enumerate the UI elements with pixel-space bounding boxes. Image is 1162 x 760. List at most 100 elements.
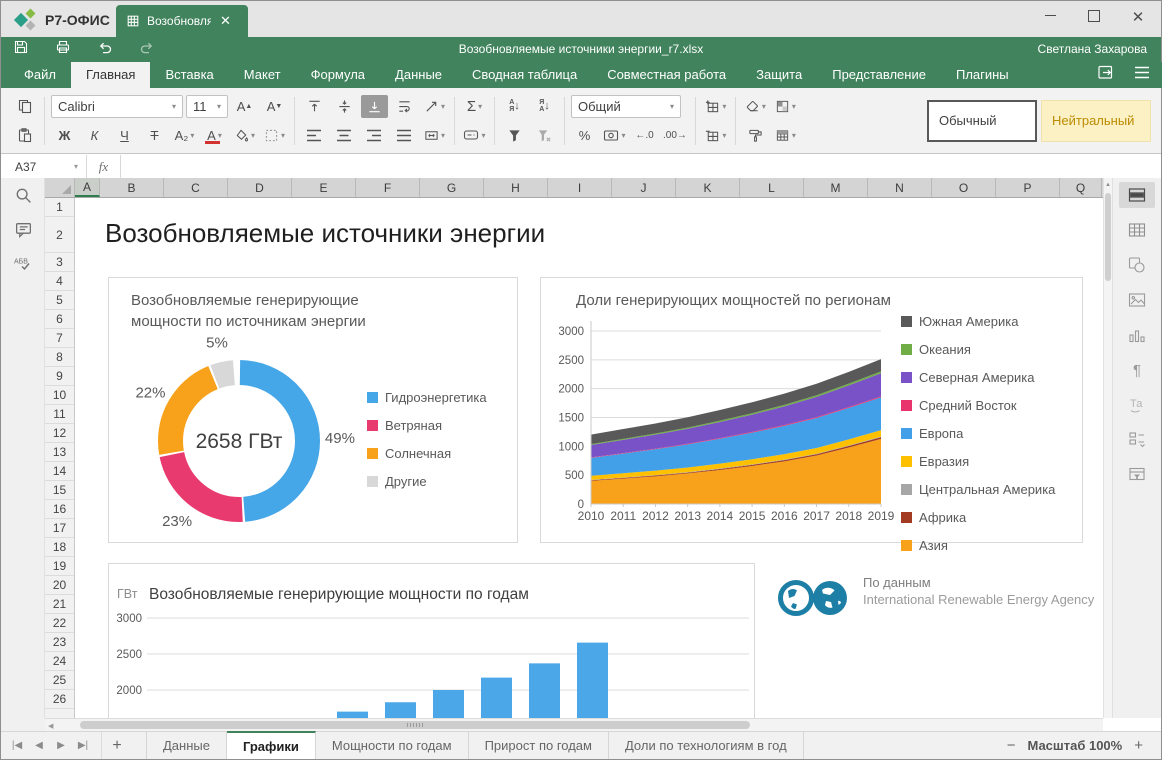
filter-icon[interactable] — [501, 124, 528, 147]
column-header-I[interactable]: I — [548, 178, 612, 197]
align-right-icon[interactable] — [361, 124, 388, 147]
align-middle-icon[interactable] — [331, 95, 358, 118]
merge-cells-icon[interactable] — [421, 124, 448, 147]
row-header-25[interactable]: 25 — [45, 671, 74, 690]
search-icon[interactable] — [1, 178, 45, 212]
vertical-scroll-thumb[interactable] — [1105, 193, 1111, 281]
chart-settings-icon[interactable] — [1119, 322, 1155, 348]
menu-item-Совместная работа[interactable]: Совместная работа — [592, 62, 741, 88]
italic-button[interactable]: К — [81, 124, 108, 147]
paragraph-settings-icon[interactable]: ¶ — [1119, 357, 1155, 383]
column-header-A[interactable]: A — [75, 178, 100, 197]
row-header-9[interactable]: 9 — [45, 367, 74, 386]
horizontal-scrollbar[interactable]: ◀ — [45, 718, 1103, 731]
column-header-L[interactable]: L — [740, 178, 804, 197]
font-name-select[interactable]: Calibri — [51, 95, 183, 118]
document-tab[interactable]: Возобновляем... ✕ — [116, 5, 248, 37]
menu-item-Представление[interactable]: Представление — [817, 62, 941, 88]
sheet-tab-Графики[interactable]: Графики — [227, 731, 316, 759]
clear-icon[interactable] — [742, 95, 769, 118]
add-sheet-button[interactable]: + — [101, 732, 132, 759]
column-header-D[interactable]: D — [228, 178, 292, 197]
cell-name-box[interactable]: A37 — [1, 155, 87, 178]
select-all-corner[interactable] — [45, 178, 75, 197]
sheet-tab-Данные[interactable]: Данные — [146, 732, 227, 759]
align-bottom-icon[interactable] — [361, 95, 388, 118]
number-format-select[interactable]: Общий — [571, 95, 681, 118]
row-header-23[interactable]: 23 — [45, 633, 74, 652]
menu-item-Вставка[interactable]: Вставка — [150, 62, 228, 88]
row-header-3[interactable]: 3 — [45, 253, 74, 272]
close-window-button[interactable]: ✕ — [1129, 8, 1147, 26]
first-sheet-icon[interactable]: |◀ — [11, 740, 23, 751]
table-settings-icon[interactable] — [1119, 217, 1155, 243]
row-header-5[interactable]: 5 — [45, 291, 74, 310]
column-header-H[interactable]: H — [484, 178, 548, 197]
scroll-up-icon[interactable]: ▲ — [1104, 178, 1112, 192]
row-header-4[interactable]: 4 — [45, 272, 74, 291]
text-orientation-icon[interactable] — [421, 95, 448, 118]
horizontal-scroll-thumb[interactable] — [80, 721, 750, 729]
row-header-16[interactable]: 16 — [45, 500, 74, 519]
row-header-1[interactable]: 1 — [45, 198, 74, 217]
insert-cells-icon[interactable] — [702, 95, 729, 118]
column-header-P[interactable]: P — [996, 178, 1060, 197]
insert-function-button[interactable]: fx — [87, 155, 121, 178]
row-header-15[interactable]: 15 — [45, 481, 74, 500]
row-header-20[interactable]: 20 — [45, 576, 74, 595]
align-justify-icon[interactable] — [391, 124, 418, 147]
row-header-17[interactable]: 17 — [45, 519, 74, 538]
font-size-select[interactable]: 11 — [186, 95, 228, 118]
row-header-13[interactable]: 13 — [45, 443, 74, 462]
row-header-22[interactable]: 22 — [45, 614, 74, 633]
sheet-tab-Прирост по годам[interactable]: Прирост по годам — [469, 732, 609, 759]
column-header-O[interactable]: O — [932, 178, 996, 197]
open-location-icon[interactable] — [1097, 64, 1114, 86]
format-painter-icon[interactable] — [742, 124, 769, 147]
named-range-icon[interactable] — [461, 124, 488, 147]
row-header-2[interactable]: 2 — [45, 217, 74, 253]
vertical-scrollbar[interactable]: ▲ — [1103, 178, 1112, 718]
delete-cells-icon[interactable] — [702, 124, 729, 147]
column-header-N[interactable]: N — [868, 178, 932, 197]
formula-input[interactable] — [121, 155, 1161, 178]
menu-item-Защита[interactable]: Защита — [741, 62, 817, 88]
clear-filter-icon[interactable] — [531, 124, 558, 147]
strikethrough-button[interactable]: Т — [141, 124, 168, 147]
donut-chart-card[interactable]: Возобновляемые генерирующие мощности по … — [108, 277, 518, 543]
last-sheet-icon[interactable]: ▶| — [77, 740, 89, 751]
decrease-decimal-icon[interactable]: ←.0 — [631, 124, 658, 147]
format-as-table-icon[interactable] — [772, 124, 799, 147]
column-header-Q[interactable]: Q — [1060, 178, 1102, 197]
row-header-21[interactable]: 21 — [45, 595, 74, 614]
sort-asc-icon[interactable]: АЯ↓ — [501, 95, 528, 118]
paste-button[interactable] — [11, 124, 38, 147]
row-header-18[interactable]: 18 — [45, 538, 74, 557]
zoom-in-button[interactable]: + — [1134, 737, 1143, 754]
column-header-J[interactable]: J — [612, 178, 676, 197]
sheet-tab-Доли по технологиям в год[interactable]: Доли по технологиям в год — [609, 732, 804, 759]
text-art-settings-icon[interactable]: Та — [1119, 392, 1155, 418]
row-header-14[interactable]: 14 — [45, 462, 74, 481]
menu-item-Сводная таблица[interactable]: Сводная таблица — [457, 62, 592, 88]
subscript-button[interactable]: А₂ — [171, 124, 198, 147]
minimize-button[interactable] — [1041, 9, 1059, 25]
menu-item-Формула[interactable]: Формула — [296, 62, 380, 88]
cell-settings-icon[interactable] — [1119, 182, 1155, 208]
menu-item-Макет[interactable]: Макет — [229, 62, 296, 88]
row-header-11[interactable]: 11 — [45, 405, 74, 424]
wrap-text-icon[interactable] — [391, 95, 418, 118]
column-header-F[interactable]: F — [356, 178, 420, 197]
row-header-7[interactable]: 7 — [45, 329, 74, 348]
row-header-24[interactable]: 24 — [45, 652, 74, 671]
menu-item-Плагины[interactable]: Плагины — [941, 62, 1024, 88]
column-header-B[interactable]: B — [100, 178, 164, 197]
maximize-button[interactable] — [1085, 9, 1103, 25]
bold-button[interactable]: Ж — [51, 124, 78, 147]
menu-item-Главная[interactable]: Главная — [71, 62, 150, 88]
row-header-6[interactable]: 6 — [45, 310, 74, 329]
column-header-M[interactable]: M — [804, 178, 868, 197]
menu-item-Файл[interactable]: Файл — [9, 62, 71, 88]
row-header-8[interactable]: 8 — [45, 348, 74, 367]
worksheet-canvas[interactable]: Возобновляемые источники энергии Возобно… — [75, 198, 1103, 718]
